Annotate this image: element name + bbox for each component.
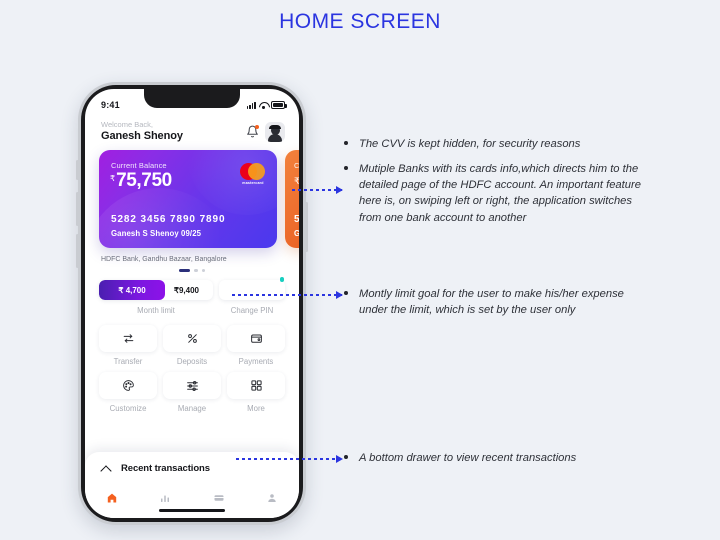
cards-carousel[interactable]: Current Balance ₹ 75,750 5282 3456 7890 …	[85, 150, 299, 250]
bank-card-primary[interactable]: Current Balance ₹ 75,750 5282 3456 7890 …	[99, 150, 277, 248]
avatar[interactable]	[265, 122, 285, 142]
phone-volume-up-button	[76, 192, 79, 226]
change-pin-badge	[279, 277, 284, 282]
bullet-icon	[344, 286, 350, 318]
greeting-block: Welcome Back, Ganesh Shenoy	[101, 120, 183, 142]
month-limit-bar[interactable]: ₹ 4,700 ₹9,400	[99, 280, 213, 301]
connector-line-cards	[292, 186, 343, 194]
battery-icon	[271, 101, 287, 109]
nav-cards[interactable]	[192, 492, 246, 504]
recent-transactions-drawer[interactable]: Recent transactions	[85, 452, 299, 518]
card-balance-label: Current Balance	[111, 161, 167, 170]
percent-icon[interactable]	[163, 325, 221, 353]
nav-home[interactable]	[85, 492, 139, 504]
user-name: Ganesh Shenoy	[101, 130, 183, 142]
mastercard-label: mastercard	[242, 181, 264, 185]
wallet-icon[interactable]	[227, 325, 285, 353]
rupee-symbol: ₹	[110, 174, 116, 183]
grid-squares-icon[interactable]	[227, 372, 285, 400]
sliders-icon[interactable]	[163, 372, 221, 400]
balance-amount: 75,750	[116, 170, 172, 191]
action-manage[interactable]: Manage	[163, 372, 221, 413]
connector-line-limit	[232, 291, 343, 299]
home-indicator	[159, 509, 225, 512]
phone-silent-switch	[76, 160, 79, 180]
action-label: Payments	[238, 357, 274, 367]
phone-volume-down-button	[76, 234, 79, 268]
notification-badge	[255, 125, 259, 129]
chevron-up-icon[interactable]	[101, 464, 111, 474]
phone-power-button	[305, 202, 308, 252]
transfer-arrows-icon[interactable]	[99, 325, 157, 353]
status-time: 9:41	[101, 100, 120, 110]
action-label: More	[247, 404, 265, 414]
annotation-text: The CVV is kept hidden, for security rea…	[359, 138, 581, 150]
phone-screen: 9:41 Welcome Back, Ganesh Shenoy Current…	[85, 89, 299, 518]
month-limit-progress: ₹ 4,700	[99, 280, 166, 301]
page-title: HOME SCREEN	[279, 10, 441, 33]
annotation-monthly-limit: Montly limit goal for the user to make h…	[344, 286, 642, 318]
action-label: Deposits	[176, 357, 208, 367]
secondary-card-label: C	[294, 161, 299, 170]
bottom-navigation	[85, 492, 299, 504]
annotation-bottom-drawer: A bottom drawer to view recent transacti…	[344, 450, 576, 466]
bank-branch-label: HDFC Bank, Gandhu Bazaar, Bangalore	[101, 256, 227, 263]
palette-icon[interactable]	[99, 372, 157, 400]
action-payments[interactable]: Payments	[227, 325, 285, 366]
status-icons	[246, 101, 287, 109]
month-limit-spent: ₹ 4,700	[118, 285, 146, 295]
phone-notch	[144, 89, 240, 108]
nav-profile[interactable]	[246, 492, 300, 504]
action-label: Manage	[177, 404, 207, 414]
nav-stats[interactable]	[139, 492, 193, 504]
change-pin-button[interactable]	[219, 280, 285, 301]
card-owner-expiry: Ganesh S Shenoy 09/25	[111, 229, 202, 238]
quick-actions-grid: Transfer Deposits Payments Customize Man…	[85, 315, 299, 413]
month-limit-tile[interactable]: ₹ 4,700 ₹9,400 Month limit	[99, 280, 213, 315]
bank-card-secondary[interactable]: C ₹ 5 G	[285, 150, 299, 248]
card-number: 5282 3456 7890 7890	[111, 214, 226, 225]
action-more[interactable]: More	[227, 372, 285, 413]
wifi-icon	[259, 101, 268, 109]
pager-dot-active[interactable]	[179, 269, 191, 273]
action-label: Transfer	[113, 357, 143, 367]
secondary-card-number: 5	[294, 214, 299, 225]
bullet-icon	[344, 161, 350, 226]
pager-dot[interactable]	[201, 269, 205, 273]
welcome-label: Welcome Back,	[101, 120, 153, 129]
slide-canvas: HOME SCREEN 9:41 Welcome Back, Ganesh Sh…	[0, 0, 720, 540]
month-limit-caption: Month limit	[137, 306, 175, 316]
secondary-card-currency: ₹	[294, 176, 299, 186]
drawer-header[interactable]: Recent transactions	[85, 452, 299, 474]
header-actions	[246, 120, 285, 142]
connector-line-drawer	[236, 455, 343, 463]
annotation-text: Mutiple Banks with its cards info,which …	[359, 163, 641, 224]
annotation-multiple-banks: Mutiple Banks with its cards info,which …	[344, 161, 642, 226]
card-balance-value: ₹ 75,750	[110, 171, 172, 190]
annotation-text: Montly limit goal for the user to make h…	[359, 288, 624, 317]
bullet-icon	[344, 136, 350, 152]
action-customize[interactable]: Customize	[99, 372, 157, 413]
action-transfer[interactable]: Transfer	[99, 325, 157, 366]
action-label: Customize	[109, 404, 147, 414]
secondary-card-owner: G	[294, 229, 299, 238]
bell-icon[interactable]	[246, 125, 259, 139]
signal-bars-icon	[246, 101, 256, 109]
change-pin-caption: Change PIN	[230, 306, 274, 316]
month-limit-total: ₹9,400	[173, 285, 199, 295]
mastercard-icon: mastercard	[240, 163, 266, 185]
drawer-title: Recent transactions	[121, 463, 210, 474]
change-pin-tile[interactable]: Change PIN	[219, 277, 285, 316]
pager-dot[interactable]	[194, 269, 198, 273]
action-deposits[interactable]: Deposits	[163, 325, 221, 366]
annotation-cvv: The CVV is kept hidden, for security rea…	[344, 136, 580, 152]
app-header: Welcome Back, Ganesh Shenoy	[85, 115, 299, 142]
bullet-icon	[344, 450, 350, 466]
annotation-text: A bottom drawer to view recent transacti…	[359, 452, 577, 464]
